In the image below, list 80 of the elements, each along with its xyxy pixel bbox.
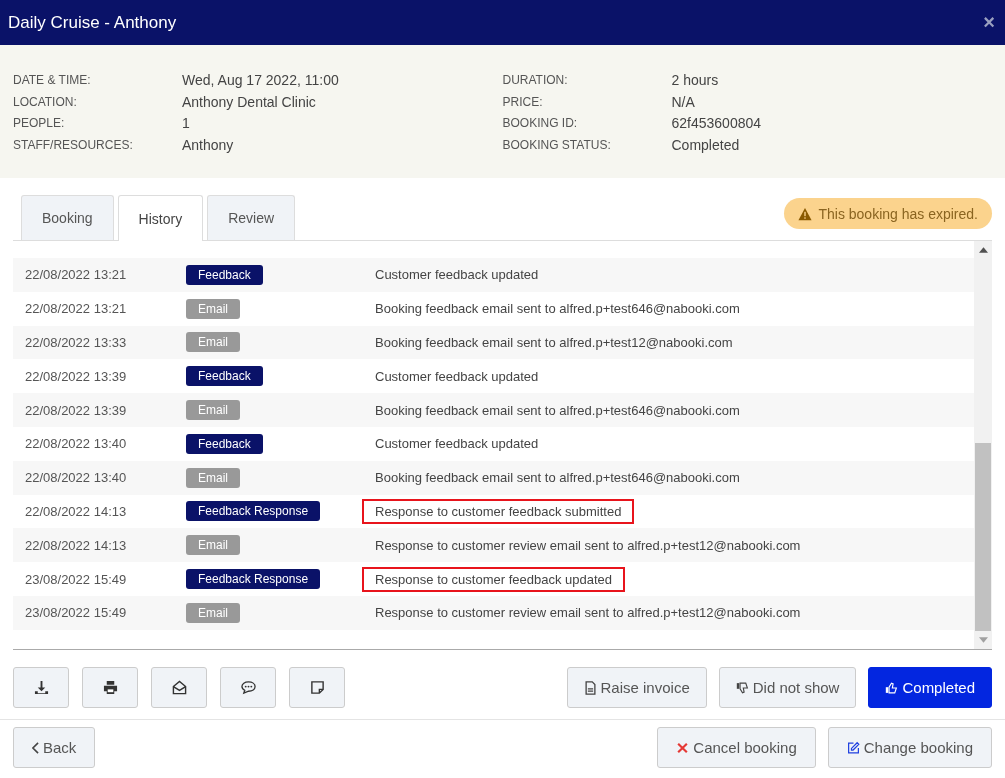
tab[interactable]: History [117,195,204,241]
description-cell-text: Booking feedback email sent to alfred.p+test646@nabooki.com [374,401,741,420]
detail-label: STAFF/RESOURCES: [13,137,134,152]
action-button[interactable]: Raise invoice [566,667,707,708]
detail-label: PRICE: [502,94,544,109]
printer-icon [102,680,118,695]
description-cell-text: Response to customer review email sent to alfred.p+test12@nabooki.com [374,536,802,555]
chevron-left-icon [32,741,39,754]
edit-icon [846,740,860,755]
action-button[interactable]: Did not show [718,667,857,708]
toolbar-button[interactable] [289,667,345,708]
detail-value: N/A [671,93,695,110]
speech-bubble-icon [240,680,256,695]
description-cell: Response to customer feedback submitted [362,498,635,524]
time-cell-text: 22/08/2022 14:13 [24,537,128,553]
toolbar-button[interactable] [82,667,138,708]
tab[interactable]: Review [207,195,296,240]
scrollbar-thumb[interactable] [975,443,991,631]
description-cell-text: Customer feedback updated [374,367,540,386]
warning-icon [798,206,813,221]
tab[interactable]: Booking [21,195,114,240]
detail-label: BOOKING ID: [502,116,579,131]
cancel-booking-button[interactable]: Cancel booking [657,727,816,768]
description-cell-text: Customer feedback updated [374,435,540,454]
type-tag: Email [186,400,240,421]
action-button[interactable]: Completed [868,667,992,708]
type-tag: Feedback Response [186,569,321,590]
type-tag: Email [186,332,240,353]
note-icon [309,680,325,695]
download-icon [33,680,49,695]
detail-value: 2 hours [671,71,719,88]
close-button[interactable]: × [981,11,997,34]
document-icon [583,680,597,695]
type-tag: Email [186,298,240,319]
detail-value: Anthony Dental Clinic [182,93,316,110]
type-tag: Feedback [186,264,263,285]
change-booking-button[interactable]: Change booking [827,727,992,768]
description-cell: Response to customer feedback updated [362,566,626,592]
time-cell-text: 22/08/2022 13:21 [24,301,128,317]
thumbs-up-icon [885,680,899,695]
time-cell-text: 22/08/2022 13:40 [24,470,128,486]
detail-value: 62f453600804 [671,115,762,132]
alert-text: This booking has expired. [818,205,978,222]
back-button[interactable]: Back [13,727,96,768]
time-cell-text: 22/08/2022 13:21 [24,267,128,283]
thumbs-down-icon [735,680,749,695]
window-title: Daily Cruise - Anthony [8,12,177,33]
time-cell-text: 22/08/2022 13:39 [24,368,128,384]
time-cell-text: 23/08/2022 15:49 [24,605,128,621]
type-tag: Email [186,602,240,623]
type-tag: Email [186,535,240,556]
type-tag: Feedback Response [186,501,321,522]
time-cell-text: 23/08/2022 15:49 [24,571,128,587]
detail-label: LOCATION: [13,94,78,109]
time-cell-text: 22/08/2022 13:40 [24,436,128,452]
envelope-icon [171,680,187,695]
time-cell-text: 22/08/2022 14:13 [24,503,128,519]
toolbar-button[interactable] [151,667,207,708]
type-tag: Feedback [186,366,263,387]
cross-icon [676,740,690,755]
time-cell-text: 22/08/2022 13:39 [24,402,128,418]
type-tag: Email [186,467,240,488]
detail-label: PEOPLE: [13,116,66,131]
description-cell-text: Booking feedback email sent to alfred.p+test646@nabooki.com [374,300,741,319]
description-cell-text: Customer feedback updated [374,266,540,285]
detail-label: DATE & TIME: [13,72,92,87]
description-cell-text: Response to customer review email sent to alfred.p+test12@nabooki.com [374,604,802,623]
scroll-up-icon[interactable] [978,247,988,253]
detail-value: Completed [671,136,740,153]
detail-value: 1 [182,115,190,132]
description-cell-text: Booking feedback email sent to alfred.p+test646@nabooki.com [374,469,741,488]
detail-value: Wed, Aug 17 2022, 11:00 [182,71,339,88]
scrollbar[interactable] [974,241,992,649]
detail-label: BOOKING STATUS: [502,137,612,152]
detail-value: Anthony [182,136,234,153]
detail-label: DURATION: [502,72,569,87]
scroll-down-icon[interactable] [978,637,988,643]
description-cell-text: Booking feedback email sent to alfred.p+test12@nabooki.com [374,334,734,352]
type-tag: Feedback [186,433,263,454]
time-cell-text: 22/08/2022 13:33 [24,335,128,350]
